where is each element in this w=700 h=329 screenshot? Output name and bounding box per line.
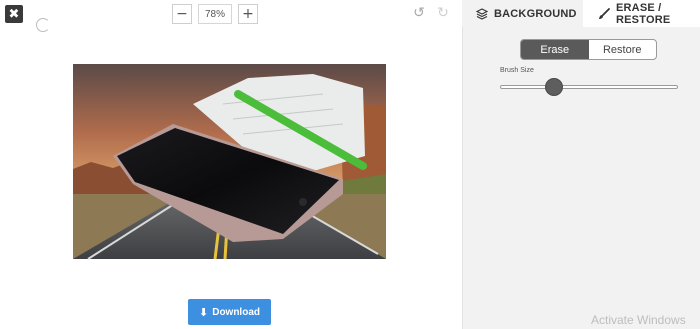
layers-icon — [476, 7, 488, 20]
brush-size-thumb[interactable] — [544, 78, 563, 96]
tab-erase-restore-label: ERASE / RESTORE — [616, 1, 671, 26]
zoom-controls: − 78% + — [172, 3, 258, 25]
zoom-level[interactable]: 78% — [198, 4, 232, 24]
download-button[interactable]: ⬇ Download — [188, 299, 271, 325]
zoom-out-button[interactable]: − — [172, 4, 192, 24]
zoom-in-button[interactable]: + — [238, 4, 258, 24]
redo-icon: ↻ — [437, 5, 449, 21]
tab-background[interactable]: BACKGROUND — [462, 0, 583, 27]
undo-button[interactable]: ↺ — [409, 4, 429, 22]
tab-erase-restore[interactable]: ERASE / RESTORE — [583, 0, 700, 27]
redo-button[interactable]: ↻ — [433, 4, 453, 22]
restore-option[interactable]: Restore — [589, 40, 657, 59]
history-controls: ↺ ↻ — [409, 4, 453, 22]
brush-size-label: Brush Size — [500, 67, 534, 74]
brush-icon — [599, 7, 610, 19]
panel-tabs: BACKGROUND ERASE / RESTORE — [462, 0, 700, 27]
download-label: Download — [212, 306, 260, 318]
undo-icon: ↺ — [413, 5, 425, 21]
plus-icon: + — [242, 6, 254, 22]
edited-image[interactable] — [73, 64, 386, 260]
windows-activation-watermark: Activate Windows — [591, 313, 686, 327]
loading-spinner-icon — [36, 18, 50, 32]
minus-icon: − — [176, 6, 188, 22]
erase-option[interactable]: Erase — [521, 40, 589, 59]
mode-toggle: Erase Restore — [520, 39, 657, 60]
tab-background-label: BACKGROUND — [494, 7, 577, 20]
brush-size-slider[interactable] — [500, 85, 678, 89]
close-icon: ✖ — [8, 6, 20, 22]
download-icon: ⬇ — [199, 305, 209, 319]
close-button[interactable]: ✖ — [5, 5, 23, 23]
